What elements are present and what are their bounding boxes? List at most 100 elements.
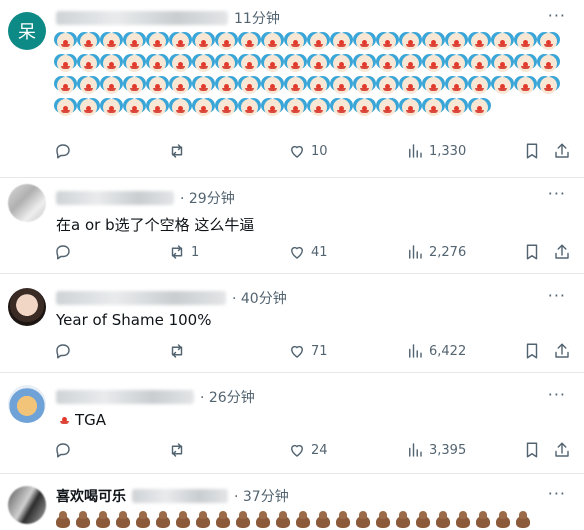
- clown-emoji: [169, 74, 191, 96]
- post-3[interactable]: · 40分钟 ··· Year of Shame 100% 71 6,422: [0, 274, 584, 372]
- clown-emoji: [422, 96, 444, 118]
- clown-emoji: [100, 96, 122, 118]
- clown-emoji: [54, 52, 76, 74]
- like-button[interactable]: 41: [288, 243, 328, 261]
- clown-emoji: [537, 30, 559, 52]
- poop-emoji: [154, 510, 172, 528]
- clown-emoji: [77, 96, 99, 118]
- reply-button[interactable]: [54, 441, 77, 459]
- post-header: · 40分钟: [56, 288, 287, 308]
- clown-emoji: [146, 52, 168, 74]
- avatar[interactable]: [8, 184, 46, 222]
- bookmark-button[interactable]: [523, 342, 541, 360]
- more-menu-button[interactable]: ···: [548, 385, 566, 404]
- share-button[interactable]: [553, 441, 571, 459]
- avatar[interactable]: [8, 486, 46, 524]
- clown-emoji: [123, 52, 145, 74]
- clown-emoji: [422, 74, 444, 96]
- clown-emoji: [399, 52, 421, 74]
- clown-emoji: [54, 96, 76, 118]
- display-name[interactable]: 喜欢喝可乐: [56, 486, 126, 506]
- clown-emoji: [376, 30, 398, 52]
- clown-emoji: [330, 96, 352, 118]
- avatar[interactable]: 呆: [8, 12, 46, 50]
- post-time[interactable]: · 40分钟: [232, 288, 287, 308]
- clown-emoji: [376, 96, 398, 118]
- post-4[interactable]: · 26分钟 ··· TGA 24 3,395: [0, 373, 584, 473]
- clown-emoji: [238, 52, 260, 74]
- clown-emoji: [146, 30, 168, 52]
- reply-icon: [56, 144, 70, 159]
- post-actions: 10 1,330: [0, 142, 584, 164]
- clown-emoji: [445, 74, 467, 96]
- clown-emoji: [54, 30, 76, 52]
- reply-button[interactable]: [54, 342, 77, 360]
- poop-emoji: [354, 510, 372, 528]
- like-count: 71: [311, 343, 328, 359]
- clown-emoji: [169, 30, 191, 52]
- views-button[interactable]: 6,422: [406, 342, 466, 360]
- views-button[interactable]: 2,276: [406, 243, 466, 261]
- clown-emoji: [123, 74, 145, 96]
- reply-button[interactable]: [54, 142, 77, 160]
- share-button[interactable]: [553, 142, 571, 160]
- like-button[interactable]: 10: [288, 142, 328, 160]
- views-icon: [409, 443, 422, 457]
- blurred-username: [132, 489, 228, 503]
- clown-emoji: [284, 96, 306, 118]
- poop-emoji: [474, 510, 492, 528]
- retweet-button[interactable]: [168, 342, 191, 360]
- more-menu-button[interactable]: ···: [548, 184, 566, 203]
- share-icon: [555, 442, 569, 457]
- clown-emoji: [284, 30, 306, 52]
- avatar[interactable]: [8, 385, 46, 423]
- post-time[interactable]: · 37分钟: [234, 486, 289, 506]
- like-button[interactable]: 24: [288, 441, 328, 459]
- post-time[interactable]: · 29分钟: [180, 188, 235, 208]
- views-button[interactable]: 1,330: [406, 142, 466, 160]
- post-time[interactable]: · 26分钟: [200, 387, 255, 407]
- poop-emoji: [374, 510, 392, 528]
- post-2[interactable]: · 29分钟 ··· 在a or b选了个空格 这么牛逼 1 41 2,276: [0, 178, 584, 272]
- post-text-content: TGA: [75, 411, 107, 429]
- clown-emoji: [192, 74, 214, 96]
- more-menu-button[interactable]: ···: [548, 286, 566, 305]
- share-button[interactable]: [553, 243, 571, 261]
- clown-emoji: [100, 52, 122, 74]
- avatar[interactable]: [8, 288, 46, 326]
- clown-emoji: [399, 30, 421, 52]
- clown-emoji: [100, 74, 122, 96]
- clown-emoji: [514, 52, 536, 74]
- retweet-button[interactable]: [168, 441, 191, 459]
- view-count: 3,395: [429, 442, 467, 458]
- bookmark-button[interactable]: [523, 441, 541, 459]
- clown-emoji: [445, 96, 467, 118]
- bookmark-button[interactable]: [523, 243, 541, 261]
- post-5[interactable]: 喜欢喝可乐 · 37分钟 ···: [0, 474, 584, 530]
- post-header: 喜欢喝可乐 · 37分钟: [56, 486, 289, 506]
- clown-emoji: [353, 96, 375, 118]
- post-1[interactable]: 呆 11分钟 ··· 10 1,330: [0, 0, 584, 177]
- clown-emoji: [376, 74, 398, 96]
- clown-emoji: [192, 96, 214, 118]
- bookmark-button[interactable]: [523, 142, 541, 160]
- more-menu-button[interactable]: ···: [548, 6, 566, 25]
- more-menu-button[interactable]: ···: [548, 484, 566, 503]
- clown-emoji: [399, 74, 421, 96]
- poop-emoji: [254, 510, 272, 528]
- post-header: · 26分钟: [56, 387, 255, 407]
- share-button[interactable]: [553, 342, 571, 360]
- retweet-button[interactable]: 1: [168, 243, 199, 261]
- share-icon: [555, 244, 569, 259]
- poop-emoji: [74, 510, 92, 528]
- clown-emoji: [514, 74, 536, 96]
- post-time[interactable]: 11分钟: [234, 8, 280, 28]
- clown-emoji: [284, 74, 306, 96]
- blurred-username: [56, 11, 228, 25]
- like-button[interactable]: 71: [288, 342, 328, 360]
- retweet-button[interactable]: [168, 142, 191, 160]
- bookmark-icon: [526, 244, 538, 260]
- reply-button[interactable]: [54, 243, 77, 261]
- clown-emoji: [77, 52, 99, 74]
- views-button[interactable]: 3,395: [406, 441, 466, 459]
